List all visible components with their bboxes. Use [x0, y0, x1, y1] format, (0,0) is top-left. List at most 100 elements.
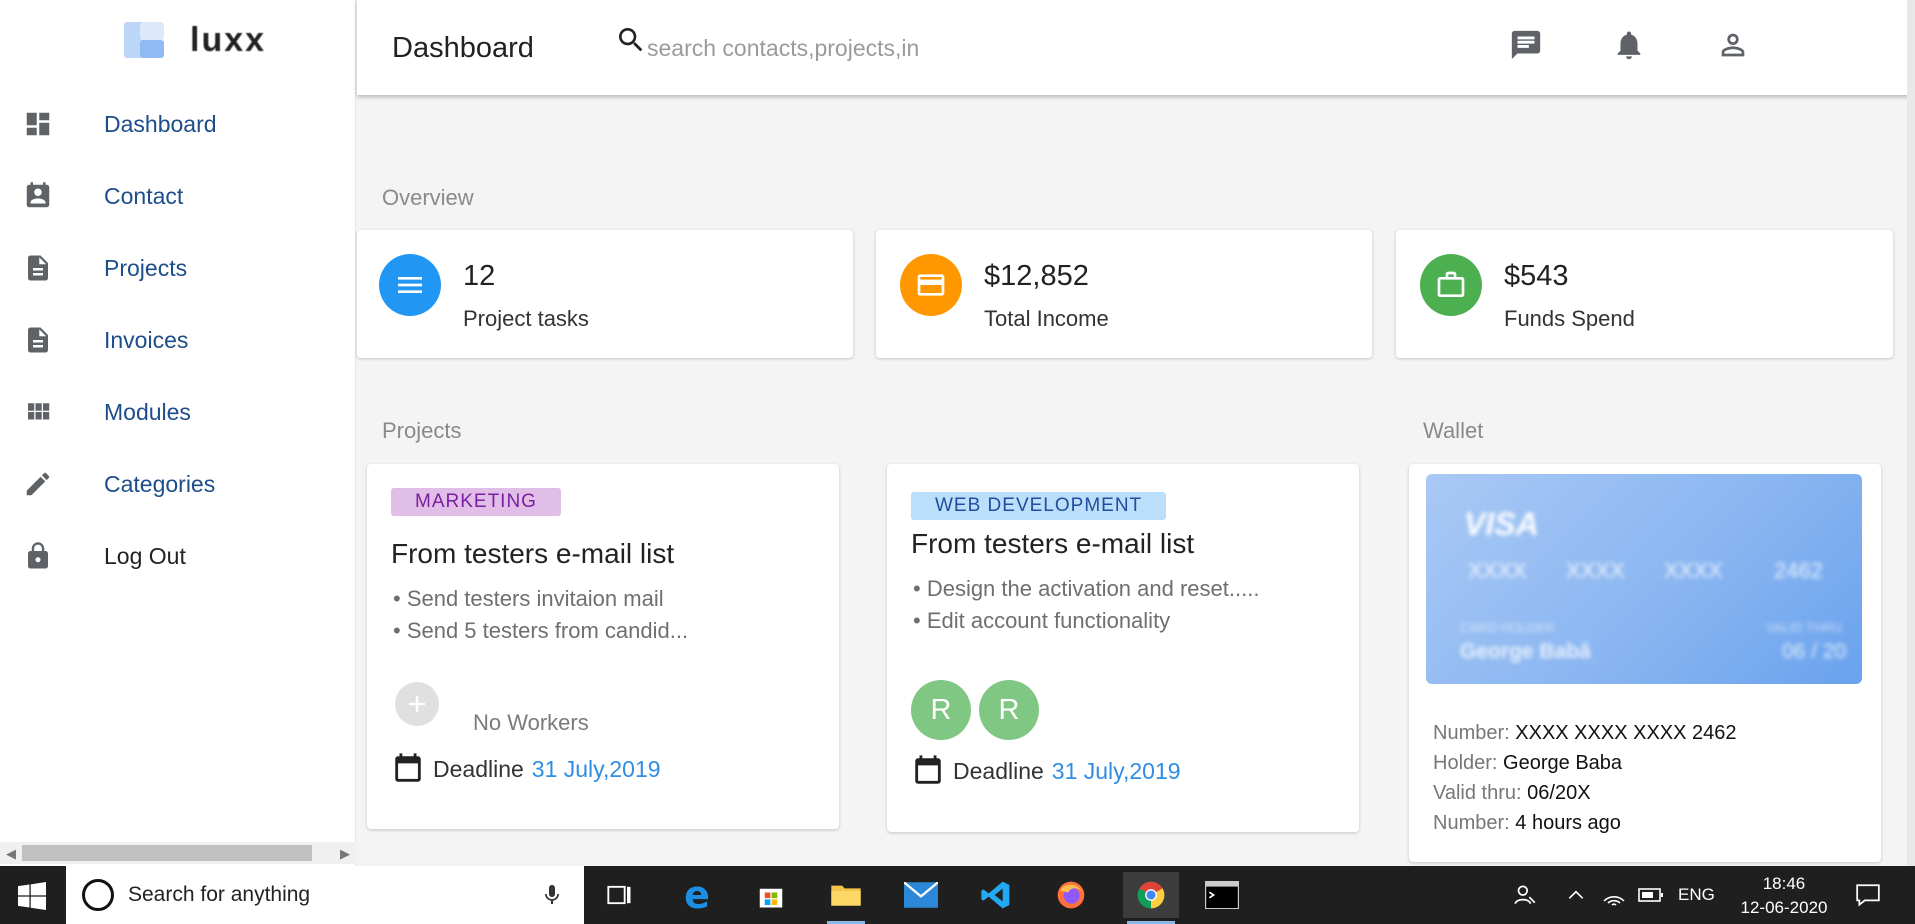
- taskbar-search-text: Search for anything: [128, 883, 311, 906]
- project-card-web-development[interactable]: WEB DEVELOPMENT From testers e-mail list…: [887, 464, 1359, 832]
- deadline-date[interactable]: 31 July,2019: [532, 756, 661, 783]
- overview-title: Overview: [382, 185, 474, 210]
- add-worker-button[interactable]: [395, 682, 439, 726]
- sidebar-item-categories[interactable]: Categories: [0, 448, 356, 520]
- project-title: From testers e-mail list: [911, 528, 1195, 559]
- horizontal-scrollbar[interactable]: ◀ ▶: [0, 842, 356, 864]
- wallet-detail-value: 06/20X: [1527, 782, 1591, 804]
- wallet-title: Wallet: [1423, 418, 1484, 443]
- battery-icon[interactable]: [1638, 866, 1664, 924]
- deadline-label: Deadline: [953, 757, 1044, 784]
- sidebar-item-invoices[interactable]: Invoices: [0, 304, 356, 376]
- sidebar-item-projects[interactable]: Projects: [0, 232, 356, 304]
- document-icon: [22, 324, 54, 356]
- projects-title: Projects: [382, 418, 462, 443]
- vertical-scrollbar[interactable]: [1907, 0, 1915, 866]
- mail-icon[interactable]: [898, 872, 944, 918]
- card-valid-label: VALID THRU: [1766, 620, 1843, 635]
- terminal-icon[interactable]: [1199, 872, 1245, 918]
- stat-card-project-tasks[interactable]: 12 Project tasks: [357, 230, 853, 358]
- windows-taskbar: Search for anything e ENG 18:46 12-06-20…: [0, 866, 1915, 924]
- logo-text: luxx: [190, 20, 267, 59]
- task-item: • Send testers invitaion mail: [393, 586, 664, 611]
- deadline-date[interactable]: 31 July,2019: [1052, 758, 1181, 785]
- store-icon[interactable]: [748, 872, 794, 918]
- chat-icon[interactable]: [1509, 28, 1543, 62]
- search-input[interactable]: [647, 30, 947, 66]
- stat-card-total-income[interactable]: $12,852 Total Income: [876, 230, 1372, 358]
- no-workers-label: No Workers: [473, 710, 589, 735]
- search-icon[interactable]: [615, 24, 647, 56]
- sidebar-item-label: Invoices: [104, 326, 189, 353]
- edge-browser-icon[interactable]: e: [674, 872, 720, 918]
- vscode-icon[interactable]: [973, 872, 1019, 918]
- wallet-detail-value: XXXX XXXX XXXX 2462: [1515, 722, 1737, 744]
- wallet-card: VISA XXXX XXXX XXXX 2462 CARD HOLDER Geo…: [1409, 464, 1881, 862]
- bell-icon[interactable]: [1612, 28, 1646, 62]
- wallet-detail-label: Valid thru:: [1433, 782, 1522, 804]
- deadline-label: Deadline: [433, 755, 524, 782]
- dashboard-icon: [22, 108, 54, 140]
- deadline: Deadline 31 July,2019: [911, 754, 1181, 788]
- clock-date: 12-06-2020: [1740, 898, 1828, 917]
- card-icon: [900, 254, 962, 316]
- project-tag: WEB DEVELOPMENT: [911, 492, 1167, 520]
- taskbar-search-box[interactable]: Search for anything: [66, 866, 584, 924]
- scroll-right-arrow-icon[interactable]: ▶: [340, 846, 350, 862]
- plus-icon: [408, 695, 426, 713]
- sidebar-item-label: Dashboard: [104, 110, 217, 137]
- wallet-valid-row: Valid thru: 06/20X: [1433, 782, 1591, 805]
- stat-label: Funds Spend: [1504, 306, 1635, 331]
- contact-icon: [22, 180, 54, 212]
- document-icon: [22, 252, 54, 284]
- system-clock[interactable]: 18:46 12-06-2020: [1724, 872, 1844, 920]
- chevron-up-icon[interactable]: [1566, 866, 1586, 924]
- task-item: • Design the activation and reset.....: [913, 576, 1260, 601]
- wifi-icon[interactable]: [1602, 866, 1626, 924]
- cortana-icon: [82, 879, 114, 911]
- menu-icon: [379, 254, 441, 316]
- wallet-detail-label: Holder:: [1433, 752, 1498, 774]
- chrome-icon[interactable]: [1123, 872, 1179, 924]
- wallet-holder-row: Holder: George Baba: [1433, 752, 1622, 775]
- card-number-group: XXXX: [1468, 558, 1527, 583]
- card-number-group: 2462: [1774, 558, 1823, 583]
- sidebar-item-dashboard[interactable]: Dashboard: [0, 88, 356, 160]
- task-view-icon[interactable]: [597, 872, 643, 918]
- wallet-detail-label: Number:: [1433, 722, 1510, 744]
- project-title: From testers e-mail list: [391, 538, 675, 569]
- scroll-left-arrow-icon[interactable]: ◀: [6, 846, 16, 862]
- avatar[interactable]: R: [911, 680, 971, 740]
- stat-value: 12: [463, 260, 496, 292]
- logo[interactable]: luxx: [120, 18, 266, 62]
- stat-card-funds-spend[interactable]: $543 Funds Spend: [1396, 230, 1893, 358]
- credit-card-image[interactable]: VISA XXXX XXXX XXXX 2462 CARD HOLDER Geo…: [1426, 474, 1862, 684]
- stat-value: $543: [1504, 260, 1569, 292]
- sidebar-item-modules[interactable]: Modules: [0, 376, 356, 448]
- people-icon[interactable]: [1512, 866, 1538, 924]
- stat-label: Project tasks: [463, 306, 589, 331]
- language-indicator[interactable]: ENG: [1678, 866, 1715, 924]
- task-item: • Send 5 testers from candid...: [393, 618, 689, 643]
- scrollbar-thumb[interactable]: [22, 845, 312, 861]
- microphone-icon[interactable]: [540, 880, 564, 910]
- project-card-marketing[interactable]: MARKETING From testers e-mail list • Sen…: [367, 464, 839, 829]
- sidebar-item-label: Modules: [104, 398, 191, 425]
- user-icon[interactable]: [1716, 28, 1750, 62]
- card-number-group: XXXX: [1664, 558, 1723, 583]
- sidebar-item-contact[interactable]: Contact: [0, 160, 356, 232]
- windows-start-icon[interactable]: [18, 882, 46, 910]
- wallet-detail-label: Number:: [1433, 812, 1510, 834]
- avatar[interactable]: R: [979, 680, 1039, 740]
- calendar-icon: [395, 753, 421, 782]
- firefox-icon[interactable]: [1048, 872, 1094, 918]
- page-title: Dashboard: [392, 32, 534, 64]
- sidebar-item-logout[interactable]: Log Out: [0, 520, 356, 592]
- wallet-detail-value: 4 hours ago: [1515, 812, 1621, 834]
- sidebar-item-label: Log Out: [104, 542, 186, 569]
- card-number-group: XXXX: [1566, 558, 1625, 583]
- deadline: Deadline 31 July,2019: [391, 752, 661, 786]
- card-holder-label: CARD HOLDER: [1460, 620, 1555, 635]
- file-explorer-icon[interactable]: [823, 872, 869, 924]
- notifications-icon[interactable]: [1855, 866, 1881, 924]
